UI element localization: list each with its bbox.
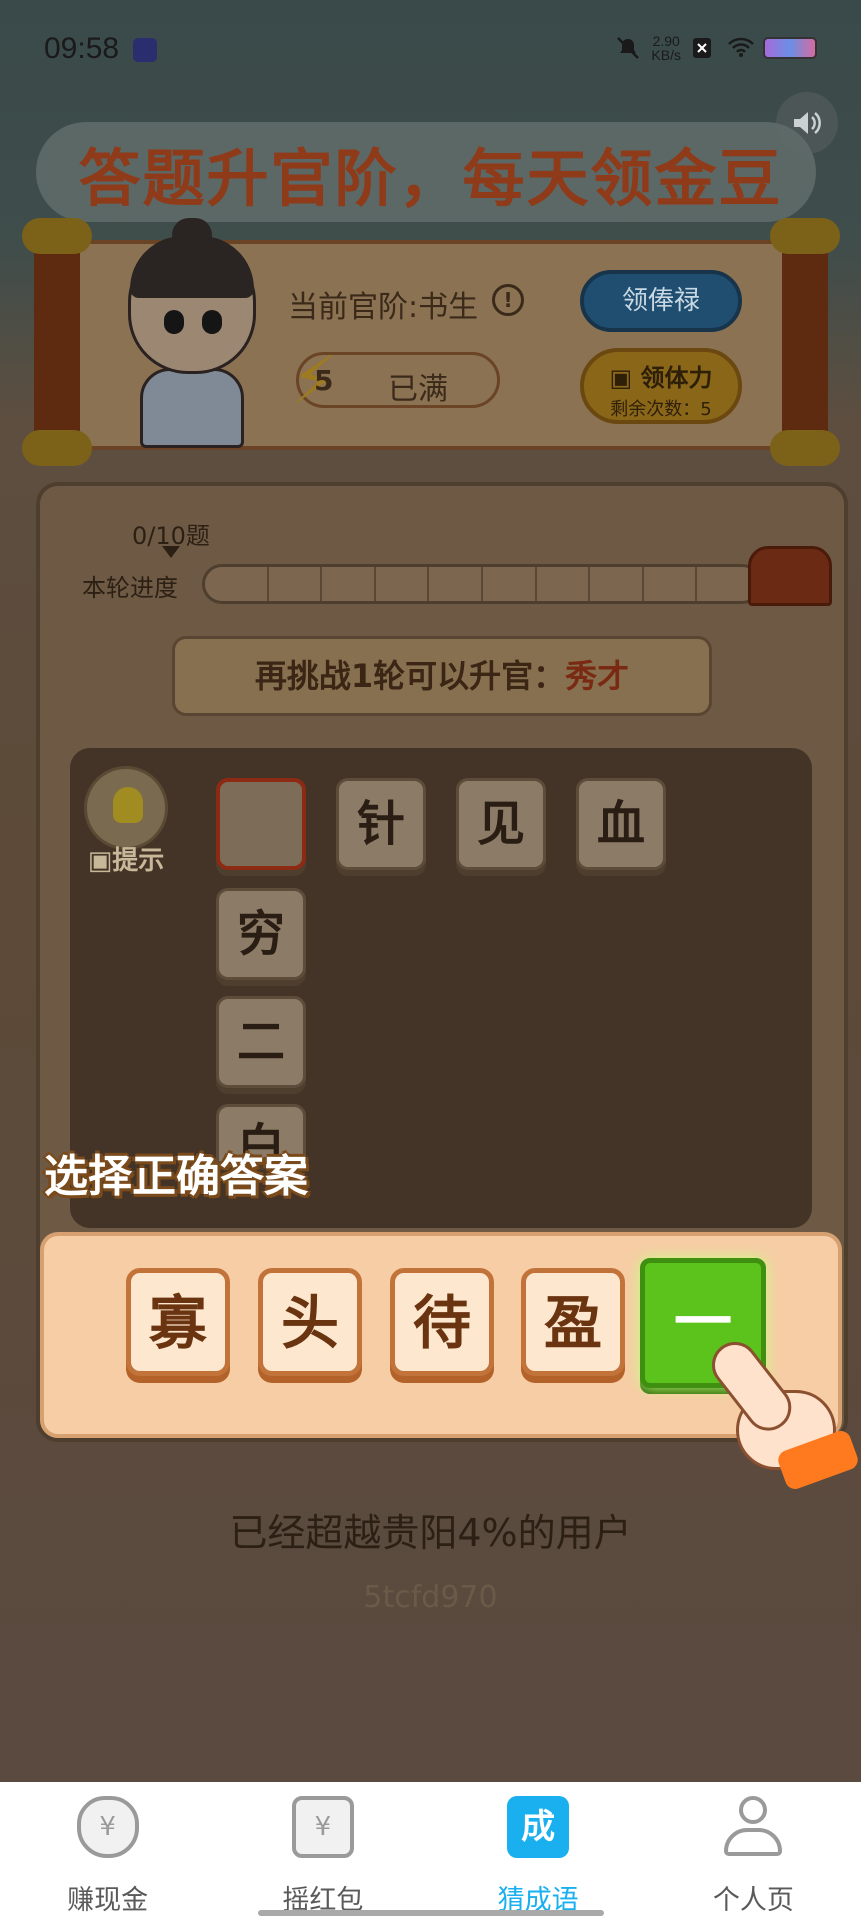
avatar-eye bbox=[202, 310, 222, 334]
instruction-text: 选择正确答案 bbox=[44, 1151, 308, 1202]
video-icon: ▣ bbox=[609, 364, 641, 392]
lightbulb-icon bbox=[84, 766, 168, 850]
claim-stamina-button[interactable]: ▣ 领体力 剩余次数：5 bbox=[580, 348, 742, 424]
blank-tile[interactable] bbox=[216, 778, 306, 870]
puzzle-tile: 血 bbox=[576, 778, 666, 870]
option-tile[interactable]: 待 bbox=[390, 1268, 494, 1376]
idiom-icon: 成 bbox=[507, 1796, 570, 1858]
option-tile[interactable]: 盈 bbox=[521, 1268, 625, 1376]
app-notification-icon bbox=[133, 38, 157, 62]
nav-item-earn-cash[interactable]: ¥ 赚现金 bbox=[0, 1782, 215, 1920]
battery-icon bbox=[763, 37, 817, 59]
scroll-roller-right bbox=[770, 218, 840, 466]
energy-count: 5 bbox=[314, 364, 334, 397]
promotion-text: 再挑战1轮可以升官： bbox=[254, 657, 566, 695]
nav-label: 赚现金 bbox=[67, 1885, 149, 1916]
puzzle-tile: 二 bbox=[216, 996, 306, 1088]
mute-icon bbox=[615, 36, 641, 60]
scholar-avatar bbox=[112, 218, 272, 448]
net-speed-unit: KB/s bbox=[651, 47, 681, 63]
bottom-nav: ¥ 赚现金 ¥ 摇红包 成 猜成语 个人页 bbox=[0, 1782, 861, 1920]
treasure-chest-icon[interactable] bbox=[748, 546, 832, 606]
promotion-banner: 再挑战1轮可以升官：秀才 bbox=[172, 636, 712, 716]
scroll-roller-left bbox=[22, 218, 92, 466]
energy-status: 已满 bbox=[388, 372, 448, 407]
page-title: 答题升官阶，每天领金豆 bbox=[78, 142, 783, 215]
status-icons: 2.90 KB/s bbox=[615, 34, 817, 62]
claim-salary-button[interactable]: 领俸禄 bbox=[580, 270, 742, 332]
progress-bar bbox=[202, 564, 762, 604]
sim-x-icon bbox=[691, 36, 717, 60]
status-time: 09:58 bbox=[44, 32, 120, 65]
progress-label: 本轮进度 bbox=[82, 574, 178, 602]
nav-label: 个人页 bbox=[712, 1885, 794, 1916]
nav-item-guess-idiom[interactable]: 成 猜成语 bbox=[431, 1782, 646, 1920]
puzzle-tile: 穷 bbox=[216, 888, 306, 980]
video-icon: ▣ bbox=[87, 846, 113, 876]
avatar-eye bbox=[164, 310, 184, 334]
red-packet-icon: ¥ bbox=[291, 1796, 354, 1858]
puzzle-tile: 见 bbox=[456, 778, 546, 870]
ranking-text: 已经超越贵阳4%的用户 bbox=[229, 1511, 632, 1555]
stamina-button-label: ▣ 领体力 bbox=[609, 364, 713, 392]
wifi-icon bbox=[727, 36, 754, 60]
profile-icon bbox=[722, 1796, 784, 1858]
status-bar: 09:58 2.90 KB/s bbox=[0, 0, 861, 100]
hint-button[interactable]: ▣提示 bbox=[80, 766, 170, 876]
home-indicator[interactable] bbox=[258, 1910, 604, 1916]
info-icon[interactable]: ! bbox=[492, 284, 524, 316]
nav-item-profile[interactable]: 个人页 bbox=[646, 1782, 861, 1920]
next-rank: 秀才 bbox=[565, 657, 630, 695]
puzzle-tile: 针 bbox=[336, 778, 426, 870]
nav-item-red-packet[interactable]: ¥ 摇红包 bbox=[215, 1782, 430, 1920]
user-id: 5tcfd970 bbox=[363, 1580, 498, 1615]
money-bag-icon: ¥ bbox=[76, 1796, 139, 1858]
option-tile[interactable]: 寡 bbox=[126, 1268, 230, 1376]
stamina-remaining: 剩余次数：5 bbox=[610, 399, 712, 420]
avatar-bun bbox=[172, 218, 212, 252]
game-page: 09:58 2.90 KB/s 答题升官阶，每天领金豆 当前官阶:书生 ! ⚡ … bbox=[0, 0, 861, 1782]
progress-marker-icon bbox=[162, 546, 180, 558]
net-speed: 2.90 KB/s bbox=[651, 34, 681, 62]
option-tile[interactable]: 头 bbox=[258, 1268, 362, 1376]
hint-label: ▣提示 bbox=[87, 846, 165, 876]
current-rank-label: 当前官阶:书生 bbox=[288, 290, 479, 325]
avatar-body bbox=[140, 368, 244, 448]
pointing-hand-icon bbox=[702, 1332, 861, 1492]
